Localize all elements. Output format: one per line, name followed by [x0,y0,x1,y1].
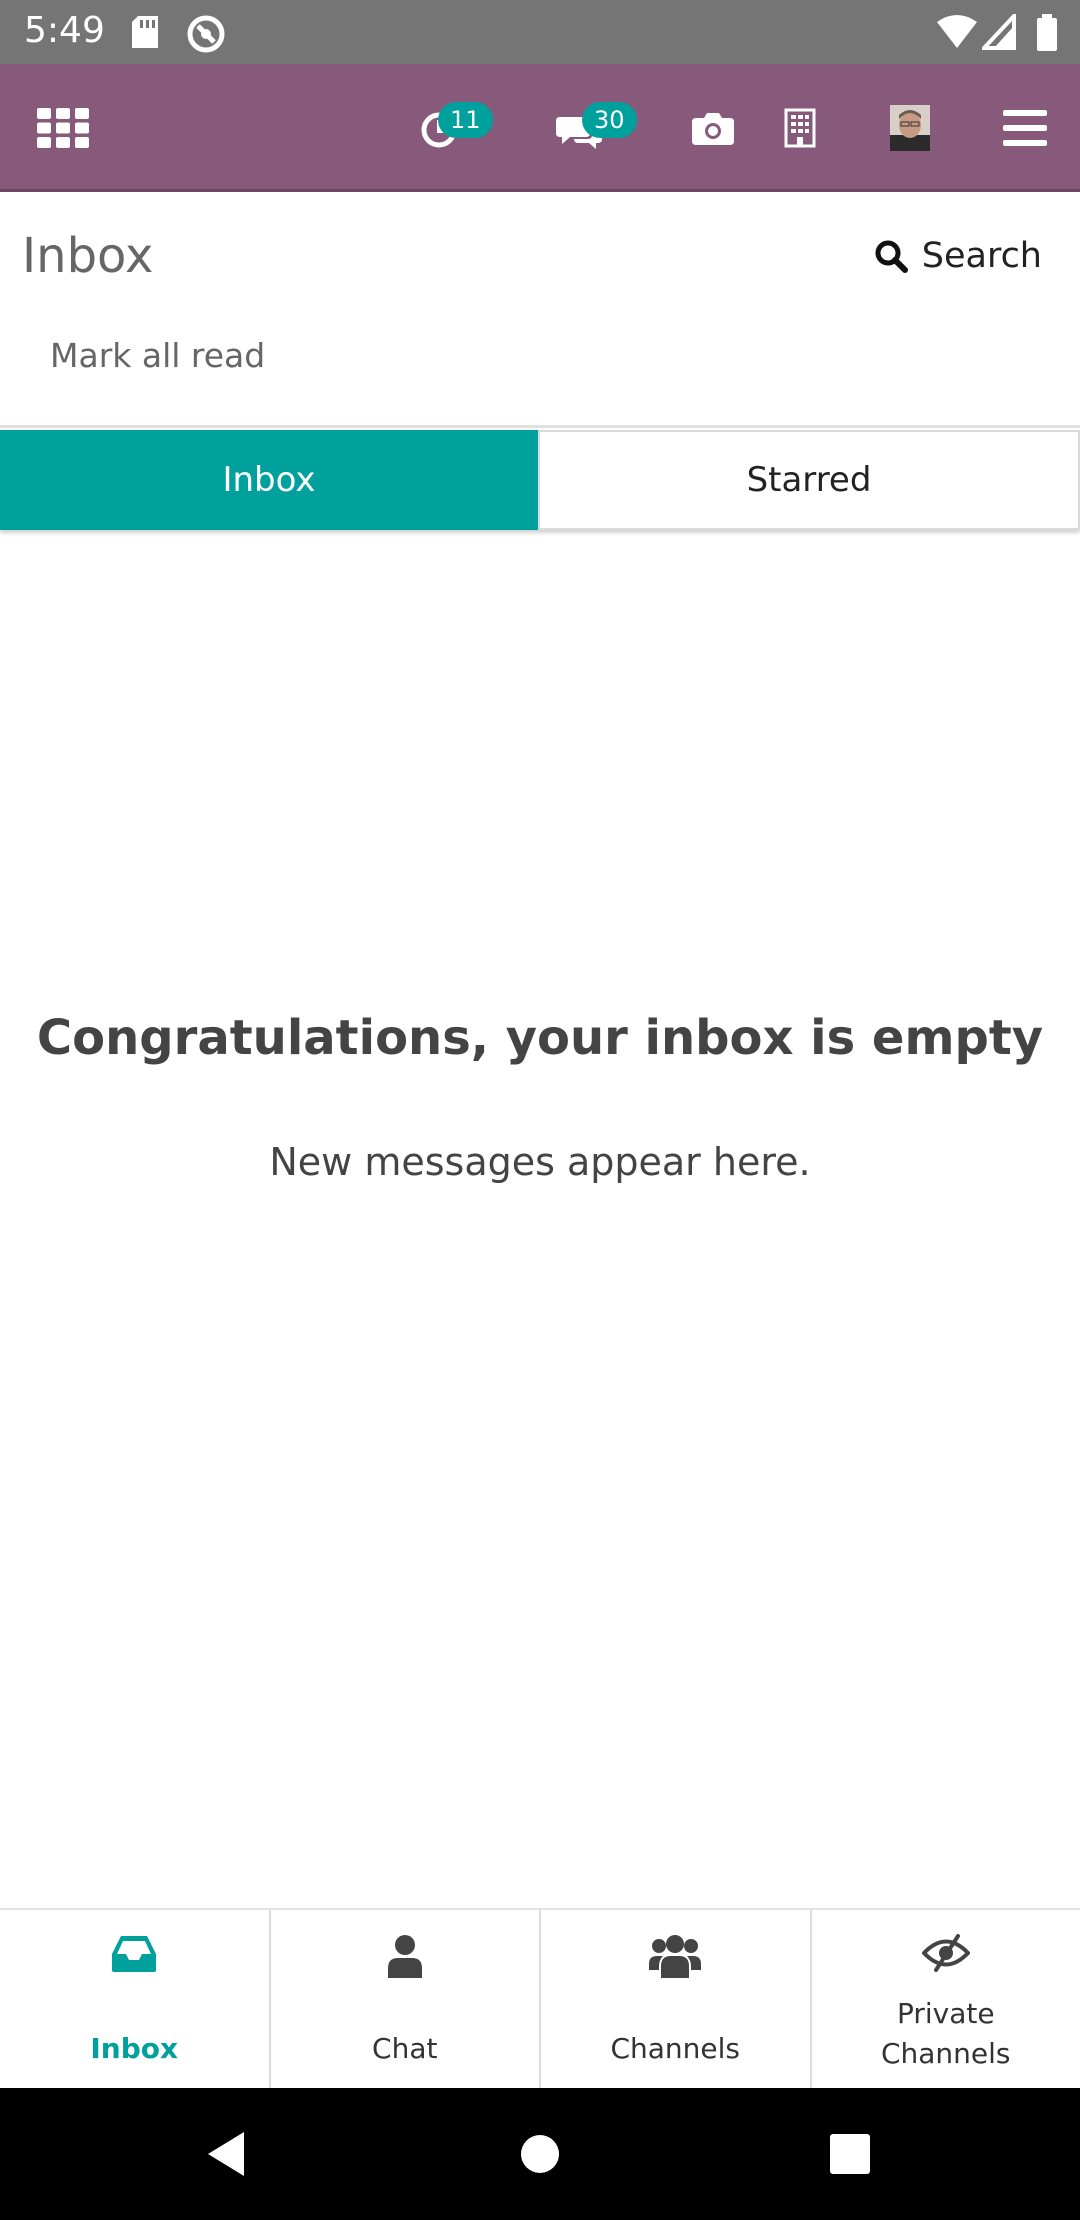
bottom-nav-private-channels[interactable]: Private Channels [812,1910,1080,2088]
tab-inbox[interactable]: Inbox [0,430,538,530]
tab-starred[interactable]: Starred [538,430,1080,530]
mark-all-read-button[interactable]: Mark all read [50,336,265,375]
inbox-icon [112,1934,157,1979]
user-icon [386,1934,424,1983]
battery-icon [1036,14,1058,57]
hamburger-icon [1003,110,1047,146]
bottom-nav-inbox[interactable]: Inbox [0,1910,271,2088]
home-button[interactable] [480,2088,600,2220]
status-time: 5:49 [24,10,105,51]
messages-count-badge: 30 [582,102,637,138]
company-switcher-button[interactable] [780,64,820,192]
eye-slash-icon [920,1934,971,1977]
bottom-nav-channels-label: Channels [610,2032,741,2065]
search-label: Search [921,236,1042,276]
users-icon [649,1934,702,1983]
messages-button[interactable]: 30 [544,64,644,192]
system-nav-bar [0,2088,1080,2220]
bottom-nav-channels[interactable]: Channels [541,1910,812,2088]
bottom-nav-chat[interactable]: Chat [271,1910,541,2088]
sync-icon [186,14,226,59]
back-button[interactable] [166,2088,286,2220]
wifi-icon [936,14,978,55]
tab-bar: Inbox Starred [0,430,1080,530]
status-bar: 5:49 [0,0,1080,64]
control-panel: Inbox Search Mark all read [0,192,1080,428]
search-icon [875,240,908,273]
page-title: Inbox [22,228,154,284]
activity-count-badge: 11 [438,102,493,138]
camera-button[interactable] [688,64,738,192]
empty-state-title: Congratulations, your inbox is empty [36,1010,1044,1066]
recents-icon [830,2134,870,2174]
apps-menu-button[interactable] [30,64,96,192]
activity-button[interactable]: 11 [404,64,500,192]
home-icon [521,2135,559,2173]
search-button[interactable]: Search [874,236,1042,276]
recents-button[interactable] [790,2088,910,2220]
app-bar: 11 30 [0,64,1080,192]
building-icon [784,108,816,148]
bottom-nav-inbox-label: Inbox [90,2032,179,2065]
bottom-nav-chat-label: Chat [372,2032,438,2065]
grid-icon [37,108,89,148]
bottom-nav-private-channels-label: Private Channels [880,1997,1011,2070]
cell-signal-icon [979,10,1016,55]
main-menu-button[interactable] [1000,64,1050,192]
empty-state-subtitle: New messages appear here. [269,1140,811,1184]
avatar [890,105,930,151]
back-icon [208,2132,244,2176]
user-avatar-button[interactable] [886,64,934,192]
bottom-nav: Inbox Chat Channels Private Channels [0,1908,1080,2088]
sd-card-icon [130,14,160,55]
camera-icon [692,113,734,145]
